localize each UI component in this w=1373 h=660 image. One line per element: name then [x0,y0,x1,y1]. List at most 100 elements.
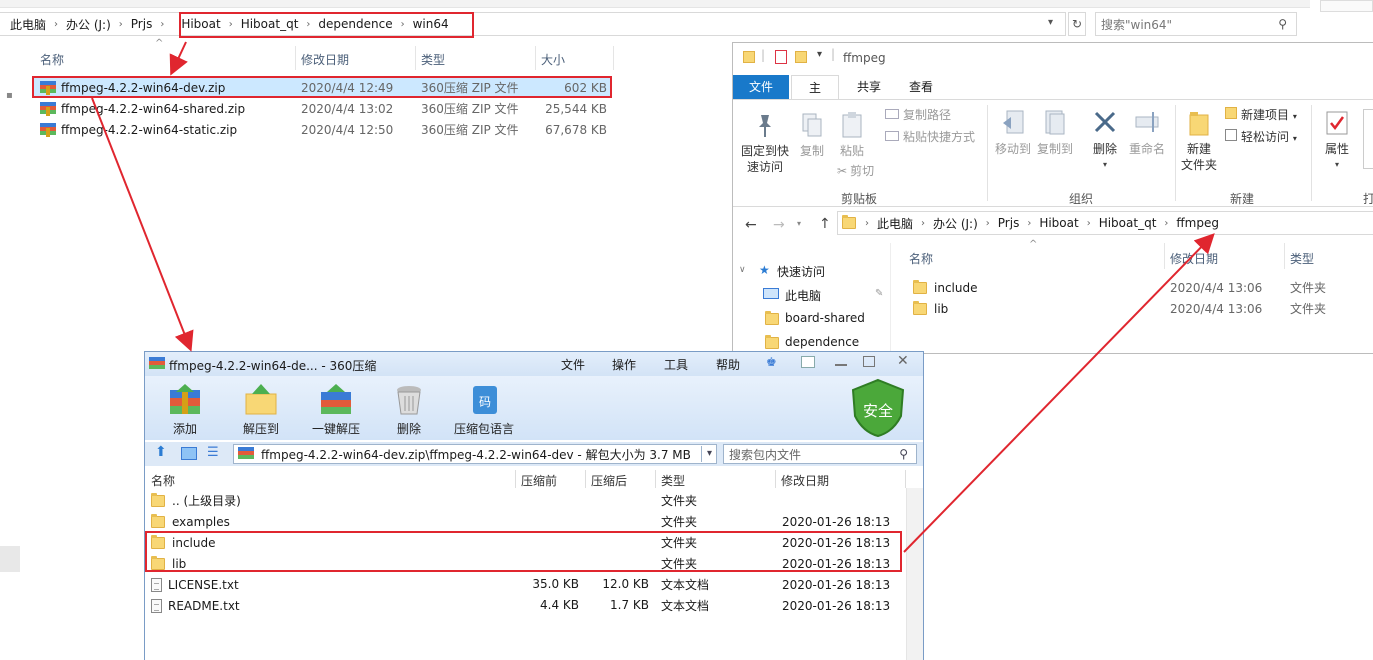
col-type[interactable]: 类型 [1290,250,1314,267]
delete-dropdown-icon[interactable]: ▾ [1085,157,1125,173]
properties-button[interactable]: 属性 ▾ [1317,109,1357,173]
crumb-this-pc[interactable]: 此电脑 [872,215,918,232]
copy-path-button[interactable]: 复制路径 [885,107,951,123]
chevron-down-icon[interactable]: ▾ [1317,157,1357,173]
feedback-icon[interactable] [801,356,815,368]
scissors-icon: ✂ [837,164,848,178]
skin-icon[interactable]: ♚ [766,355,777,369]
zip-row[interactable]: lib [151,553,186,574]
new-item-button[interactable]: 新建项目 ▾ [1225,107,1297,125]
group-clipboard-label: 剪贴板 [841,192,878,206]
zcol-date[interactable]: 修改日期 [781,472,829,489]
crumb-dependence[interactable]: dependence [313,17,397,31]
folder-row[interactable]: lib [913,298,948,319]
tab-file[interactable]: 文件 [733,75,789,99]
nav-dependence[interactable]: dependence [785,335,859,349]
col-size[interactable]: 大小 [541,51,565,68]
extract-to-button[interactable]: 解压到 [239,384,283,437]
view-thumbnail-icon[interactable] [181,447,197,460]
delete-button[interactable]: 删除 ▾ [1085,109,1125,173]
tab-share[interactable]: 共享 [845,75,893,99]
crumb-hiboat[interactable]: Hiboat [1034,216,1083,230]
cut-button[interactable]: ✂ 剪切 [837,163,874,179]
expand-chevron-icon[interactable]: ∨ [739,265,746,275]
view-list-icon[interactable]: ☰ [207,445,219,460]
crumb-hiboat[interactable]: Hiboat [167,17,225,31]
pin-quick-access-button[interactable]: 固定到快 速访问 [739,111,791,175]
vertical-scrollbar[interactable] [906,488,923,660]
refresh-icon[interactable]: ↻ [1068,12,1086,36]
copy-to-button[interactable]: 复制到 [1035,109,1075,157]
zip-search-input[interactable]: 搜索包内文件 ⚲ [723,444,917,464]
new-folder-quick-icon[interactable] [795,51,807,63]
copy-button[interactable]: 复制 [795,111,829,159]
file-row[interactable]: ffmpeg-4.2.2-win64-dev.zip [40,77,225,98]
new-folder-button[interactable]: 新建 文件夹 [1179,109,1219,173]
properties-check-icon[interactable] [775,50,787,64]
rename-button[interactable]: 重命名 [1125,109,1169,157]
nav-quick-access[interactable]: 快速访问 [777,263,825,280]
zip-row[interactable]: LICENSE.txt [151,574,239,595]
tab-home[interactable]: 主页 [791,75,839,119]
up-arrow-icon[interactable]: ↑ [819,216,831,232]
zcol-name[interactable]: 名称 [151,472,175,489]
zip-row-parent[interactable]: .. (上级目录) [151,490,241,511]
back-arrow-icon[interactable]: ← [745,217,757,233]
col-date[interactable]: 修改日期 [1170,250,1218,267]
one-click-extract-button[interactable]: 一键解压 [309,384,363,437]
menu-help[interactable]: 帮助 [716,356,740,373]
tab-view[interactable]: 查看 [897,75,945,99]
security-shield-badge[interactable]: 安全 [849,378,907,438]
nav-board-shared[interactable]: board-shared [785,311,865,325]
easy-access-button[interactable]: 轻松访问 ▾ [1225,129,1297,147]
col-type[interactable]: 类型 [421,51,445,68]
crumb-ffmpeg[interactable]: ffmpeg [1171,216,1224,230]
maximize-icon[interactable] [863,356,875,367]
zip-row[interactable]: include [151,532,215,553]
search-input[interactable]: 搜索"win64" ⚲ [1095,12,1297,36]
close-icon[interactable]: ✕ [897,353,909,369]
up-arrow-icon[interactable]: ⬆ [155,444,167,460]
chevron-down-icon[interactable]: ▾ [1048,17,1053,28]
file-name: ffmpeg-4.2.2-win64-static.zip [61,122,238,137]
path-dropdown-icon[interactable]: ▾ [701,446,717,462]
delete-button[interactable]: 删除 [389,384,429,437]
move-to-button[interactable]: 移动到 [993,109,1033,157]
file-row[interactable]: ffmpeg-4.2.2-win64-static.zip [40,119,237,140]
zip-row[interactable]: README.txt [151,595,240,616]
file-type: 360压缩 ZIP 文件 [421,81,519,95]
crumb-prjs[interactable]: Prjs [993,216,1025,230]
crumb-drive[interactable]: 办公 (J:) [61,16,116,33]
col-name[interactable]: 名称 [40,51,64,68]
minimize-icon[interactable] [835,364,847,366]
forward-arrow-icon[interactable]: → [773,217,785,233]
crumb-hiboat-qt[interactable]: Hiboat_qt [236,17,304,31]
crumb-this-pc[interactable]: 此电脑 [0,16,51,33]
col-date[interactable]: 修改日期 [301,51,349,68]
menu-file[interactable]: 文件 [561,356,585,373]
crumb-win64[interactable]: win64 [408,17,454,31]
paste-button[interactable]: 粘贴 [835,111,869,159]
archive-language-button[interactable]: 码 压缩包语言 [451,384,517,437]
address-bar[interactable]: 此电脑 › 办公 (J:) › Prjs › Hiboat › Hiboat_qt › d… [0,12,1066,36]
new-folder-icon [1187,109,1211,137]
address-bar-ffmpeg[interactable]: › 此电脑 › 办公 (J:) › Prjs › Hiboat › Hiboat_qt ›… [837,211,1373,235]
folder-row[interactable]: include [913,277,977,298]
file-row[interactable]: ffmpeg-4.2.2-win64-shared.zip [40,98,245,119]
menu-operation[interactable]: 操作 [612,356,636,373]
zip-row[interactable]: examples [151,511,230,532]
crumb-prjs[interactable]: Prjs [126,17,158,31]
crumb-drive[interactable]: 办公 (J:) [928,215,983,232]
add-button[interactable]: 添加 [165,384,205,437]
recent-dropdown-icon[interactable]: ▾ [797,219,801,228]
zip-path-input[interactable]: ffmpeg-4.2.2-win64-dev.zip\ffmpeg-4.2.2-… [233,444,717,464]
col-name[interactable]: 名称 [909,250,933,267]
menu-tools[interactable]: 工具 [664,356,688,373]
zcol-after[interactable]: 压缩后 [591,472,627,489]
crumb-hiboat-qt[interactable]: Hiboat_qt [1094,216,1162,230]
qat-dropdown-icon[interactable]: ▾ [817,49,822,60]
nav-this-pc[interactable]: 此电脑 [785,287,821,304]
zcol-before[interactable]: 压缩前 [521,472,557,489]
paste-shortcut-button[interactable]: 粘贴快捷方式 [885,129,975,145]
zcol-type[interactable]: 类型 [661,472,685,489]
